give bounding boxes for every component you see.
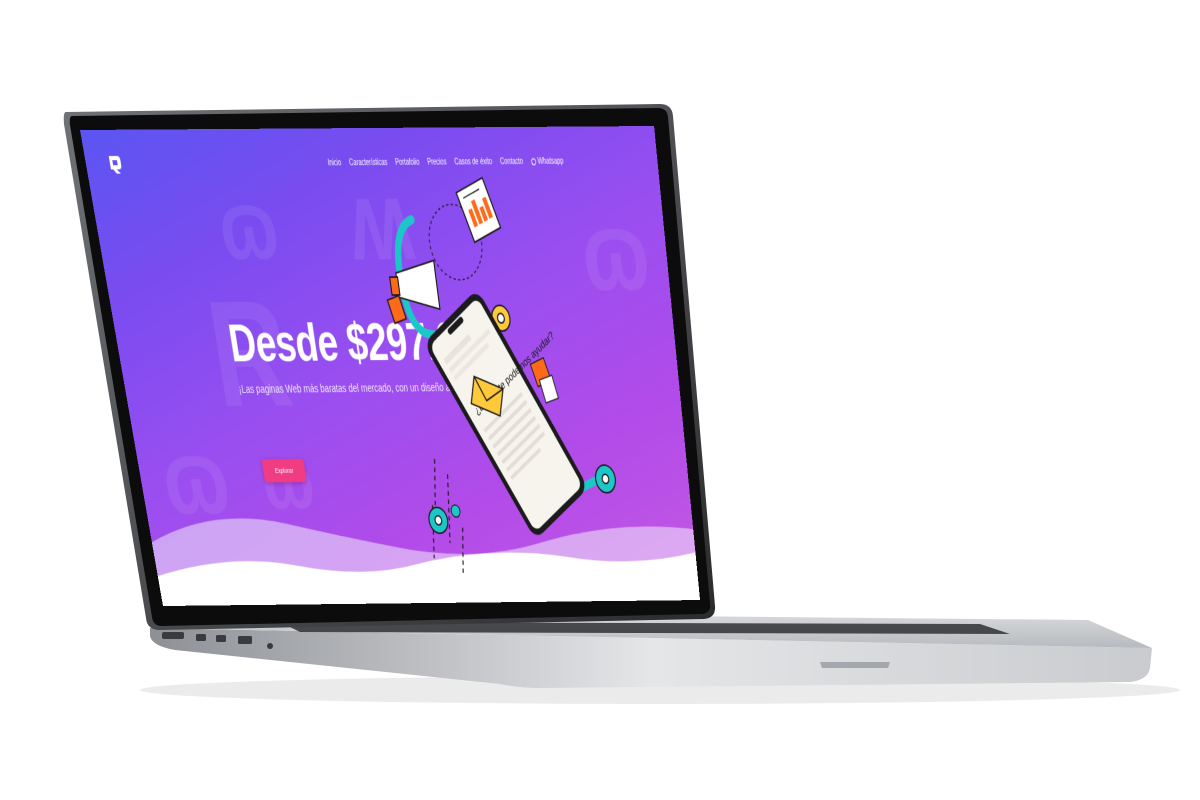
port-thunderbolt-2 [216,635,226,642]
website-screen: ɷ ʍ ɷ R ɷ ɷ Inicio Características Porta… [80,126,700,606]
gear-icon [450,505,460,517]
port-headphone [267,643,273,649]
hero-illustration: ¿En qué te podemos ayudar? [80,126,700,606]
port-usb [238,636,252,644]
gear-icon [594,465,617,493]
trackpad-notch [820,662,890,668]
port-magsafe [162,632,184,639]
gear-icon [427,507,449,533]
note-card [539,375,558,403]
smartphone: ¿En qué te podemos ayudar? [423,255,620,540]
laptop-mockup-stage: ɷ ʍ ɷ R ɷ ɷ Inicio Características Porta… [0,0,1200,800]
port-thunderbolt-1 [196,634,206,641]
chart-document-icon [456,178,500,243]
